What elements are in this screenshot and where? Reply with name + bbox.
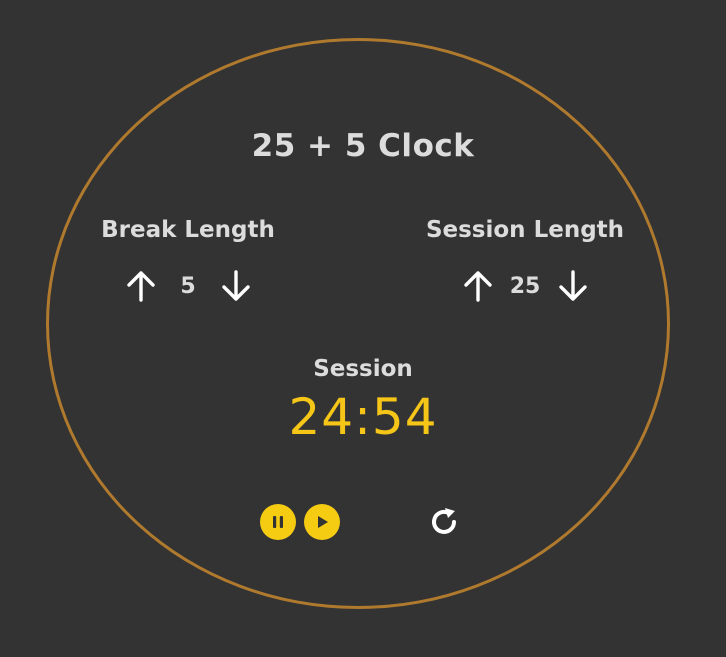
break-controls: 5 — [78, 266, 298, 306]
break-length-value: 5 — [180, 273, 196, 299]
session-increment-button[interactable] — [458, 266, 498, 306]
break-decrement-button[interactable] — [216, 266, 256, 306]
break-label: Break Length — [101, 217, 275, 243]
break-increment-button[interactable] — [121, 266, 161, 306]
pause-icon — [260, 504, 296, 540]
timer-controls — [0, 503, 726, 541]
arrow-down-icon — [221, 270, 250, 301]
session-decrement-button[interactable] — [553, 266, 593, 306]
session-controls: 25 — [415, 266, 635, 306]
pomodoro-app: 25 + 5 Clock Break Length 5 Session Leng… — [0, 0, 726, 657]
session-label: Session Length — [425, 217, 625, 243]
refresh-icon — [432, 508, 456, 534]
time-left: 24:54 — [288, 388, 438, 446]
pause-button[interactable] — [259, 503, 297, 541]
arrow-up-icon — [126, 271, 155, 302]
app-title: 25 + 5 Clock — [251, 128, 475, 164]
break-length-group: Break Length 5 — [78, 214, 298, 306]
play-button[interactable] — [303, 503, 341, 541]
arrow-down-icon — [558, 270, 587, 301]
play-icon — [304, 504, 340, 540]
reset-button[interactable] — [425, 503, 463, 541]
timer-label: Session — [313, 356, 413, 382]
arrow-up-icon — [463, 271, 492, 302]
session-length-group: Session Length 25 — [415, 214, 635, 306]
session-length-value: 25 — [509, 273, 541, 299]
